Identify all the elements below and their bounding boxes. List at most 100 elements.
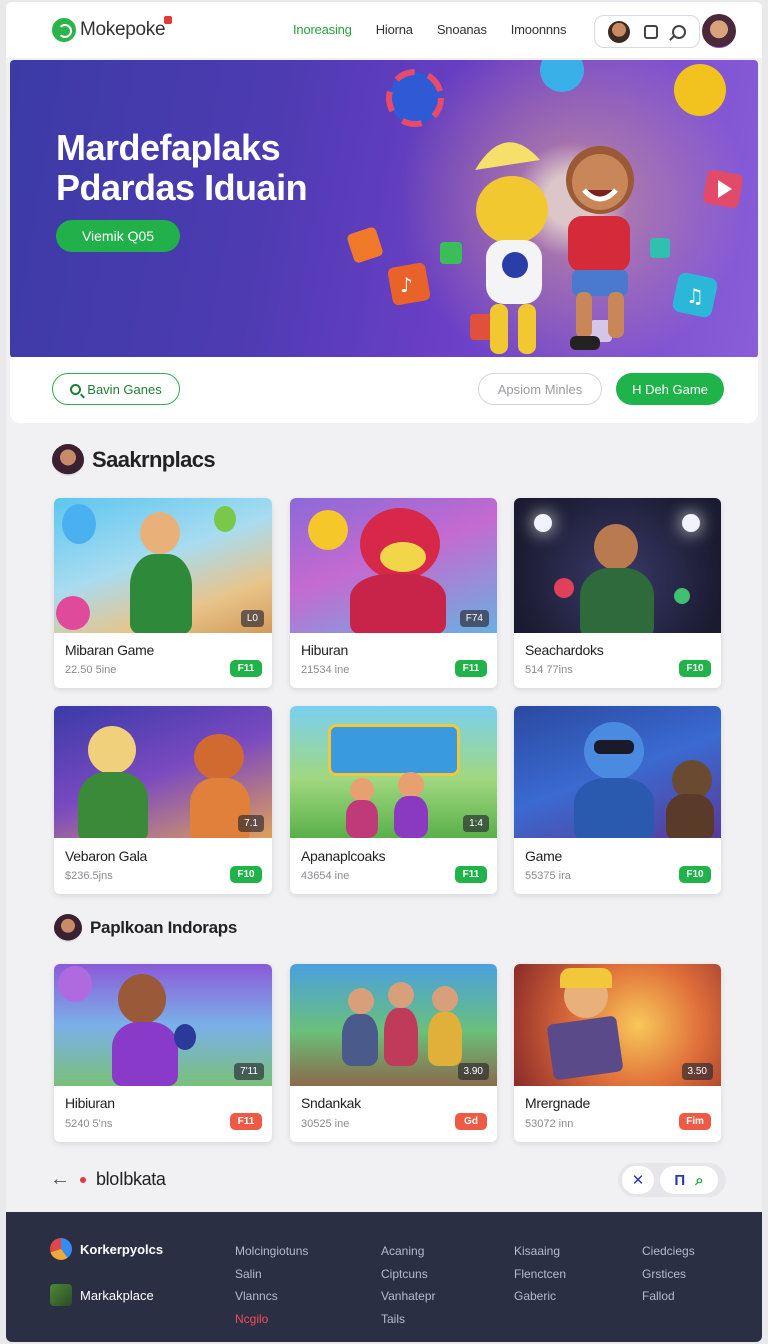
hero-cta-button[interactable]: Viemik Q05	[56, 220, 180, 252]
footer-col-2: Acaning Ciptcuns Vanhatepr Tails	[381, 1240, 436, 1330]
footer-link[interactable]: Acaning	[381, 1240, 436, 1263]
action-bar: Bavin Ganes Apsiom Minles H Deh Game	[10, 357, 758, 423]
footer-link[interactable]: Ciedciegs	[642, 1240, 695, 1263]
brand-logo-icon	[50, 1238, 72, 1260]
logo-dot-icon	[164, 16, 172, 24]
browse-games-button[interactable]: Bavin Ganes	[52, 373, 180, 405]
card-meta: 514 77ins	[525, 664, 573, 676]
footer-link[interactable]: Ciptcuns	[381, 1263, 436, 1286]
footer-brand-2-label: Markakplace	[80, 1287, 154, 1303]
card-tag[interactable]: F10	[679, 866, 711, 883]
game-thumbnail: L0	[54, 498, 272, 633]
user-avatar[interactable]	[702, 14, 736, 48]
card-meta: 53072 inn	[525, 1118, 574, 1130]
footer-brand-1[interactable]: Korkerpyolcs	[50, 1238, 163, 1260]
footer-link[interactable]: Vlanncs	[235, 1285, 308, 1308]
section-title-2: Paplkoan Indoraps	[90, 918, 237, 937]
footer-link[interactable]: Vanhatepr	[381, 1285, 436, 1308]
footer-col-3: Kisaaing Flenctcen Gaberic	[514, 1240, 566, 1308]
pager-controls: ✕ Π ⌕	[618, 1163, 726, 1197]
footer-link[interactable]: Molcingiotuns	[235, 1240, 308, 1263]
rating-badge: 1:4	[463, 815, 489, 832]
marketplace-logo-icon	[50, 1284, 72, 1306]
nav-item-hiorna[interactable]: Hiorna	[376, 22, 413, 37]
secondary-filter-button[interactable]: Apsiom Minles	[478, 373, 602, 405]
game-thumbnail: 3.90	[290, 964, 497, 1086]
card-title: Vebaron Gala	[65, 848, 148, 864]
footer-link[interactable]: Gaberic	[514, 1285, 566, 1308]
hero-title: Mardefaplaks Pdardas Iduain	[56, 127, 308, 208]
card-tag[interactable]: F11	[455, 866, 487, 883]
hero-title-line1: Mardefaplaks	[56, 127, 281, 168]
svg-text:♪: ♪	[400, 273, 413, 297]
hero-title-line2: Pdardas Iduain	[56, 167, 308, 208]
search-icon	[70, 383, 82, 395]
card-title: Mrergnade	[525, 1095, 591, 1111]
game-card[interactable]: L0 Mibaran Game 22.50 5ine F11	[54, 498, 272, 688]
footer-brand-1-label: Korkerpyolcs	[80, 1241, 164, 1257]
game-thumbnail: F74	[290, 498, 497, 633]
card-tag[interactable]: Fim	[679, 1113, 711, 1130]
rating-badge: 3.90	[457, 1063, 489, 1080]
card-tag[interactable]: F11	[230, 660, 262, 677]
section-title-1: Saakrnplacs	[92, 447, 216, 472]
game-card[interactable]: F74 Hiburan 21534 ine F11	[290, 498, 497, 688]
notification-dot-icon	[80, 1176, 86, 1183]
footer-link-highlight[interactable]: Ncgilo	[235, 1308, 308, 1331]
game-card[interactable]: 3.90 Sndankak 30525 ine Gd	[290, 964, 497, 1142]
nav-item-snoanas[interactable]: Snoanas	[437, 22, 487, 37]
svg-text:♫: ♫	[686, 284, 704, 308]
footer-link[interactable]: Flenctcen	[514, 1263, 566, 1286]
primary-game-button[interactable]: H Deh Game	[616, 373, 724, 405]
game-card[interactable]: 7'11 Hibiuran 5240 5'ns F11	[54, 964, 272, 1142]
card-tag[interactable]: Gd	[455, 1113, 487, 1130]
card-meta: 21534 ine	[301, 664, 350, 676]
section-avatar	[52, 444, 84, 476]
footer-link[interactable]: Fallod	[642, 1285, 695, 1308]
main-nav: Inoreasing Hiorna Snoanas Imoonnns	[293, 22, 590, 37]
game-card[interactable]: 1:4 Apanaplcoaks 43654 ine F11	[290, 706, 497, 894]
card-tag[interactable]: F11	[455, 660, 487, 677]
site-logo[interactable]: Mokepoke	[52, 16, 172, 42]
footer-brand-2[interactable]: Markakplace	[50, 1284, 154, 1306]
footer-link[interactable]: Kisaaing	[514, 1240, 566, 1263]
close-icon[interactable]: ✕	[622, 1166, 654, 1194]
footer-link[interactable]: Tails	[381, 1308, 436, 1331]
search-icon[interactable]	[672, 24, 686, 39]
bottom-label: bloIbkata	[96, 1169, 166, 1189]
nav-item-increasing[interactable]: Inoreasing	[293, 22, 352, 37]
search-icon[interactable]: ⌕	[695, 1172, 703, 1189]
card-title: Game	[525, 848, 562, 864]
window-icon[interactable]	[644, 24, 658, 39]
game-thumbnail	[514, 498, 721, 633]
game-card[interactable]: 3.50 Mrergnade 53072 inn Fim	[514, 964, 721, 1142]
game-card[interactable]: 7.1 Vebaron Gala $236.5jns F10	[54, 706, 272, 894]
card-tag[interactable]: F10	[230, 866, 262, 883]
logo-text: Mokepoke	[80, 19, 166, 40]
hero-illustration: ♪ ♫	[347, 60, 743, 354]
card-title: Mibaran Game	[65, 642, 154, 658]
game-card[interactable]: Seachardoks 514 77ins F10	[514, 498, 721, 688]
card-meta: 22.50 5ine	[65, 664, 117, 676]
rating-badge: F74	[459, 610, 489, 627]
rating-badge: 7.1	[238, 815, 264, 832]
card-tag[interactable]: F11	[230, 1113, 262, 1130]
rating-badge: L0	[240, 610, 264, 627]
profile-face-icon[interactable]	[608, 20, 630, 43]
bookmark-icon[interactable]: Π	[674, 1172, 685, 1189]
game-thumbnail: 7.1	[54, 706, 272, 838]
card-tag[interactable]: F10	[679, 660, 711, 677]
card-meta: 5240 5'ns	[65, 1118, 113, 1130]
card-meta: 30525 ine	[301, 1118, 350, 1130]
card-meta: 55375 ira	[525, 870, 571, 882]
footer-link[interactable]: Salin	[235, 1263, 308, 1286]
back-arrow-icon[interactable]: ←	[50, 1168, 70, 1191]
logo-icon	[52, 18, 76, 42]
footer-col-1: Molcingiotuns Salin Vlanncs Ncgilo	[235, 1240, 308, 1330]
game-card[interactable]: Game 55375 ira F10	[514, 706, 721, 894]
footer-link[interactable]: Grstices	[642, 1263, 695, 1286]
game-thumbnail: 3.50	[514, 964, 721, 1086]
pager-group: Π ⌕	[660, 1166, 718, 1194]
nav-item-imoonnns[interactable]: Imoonnns	[511, 22, 567, 37]
card-title: Sndankak	[301, 1095, 361, 1111]
